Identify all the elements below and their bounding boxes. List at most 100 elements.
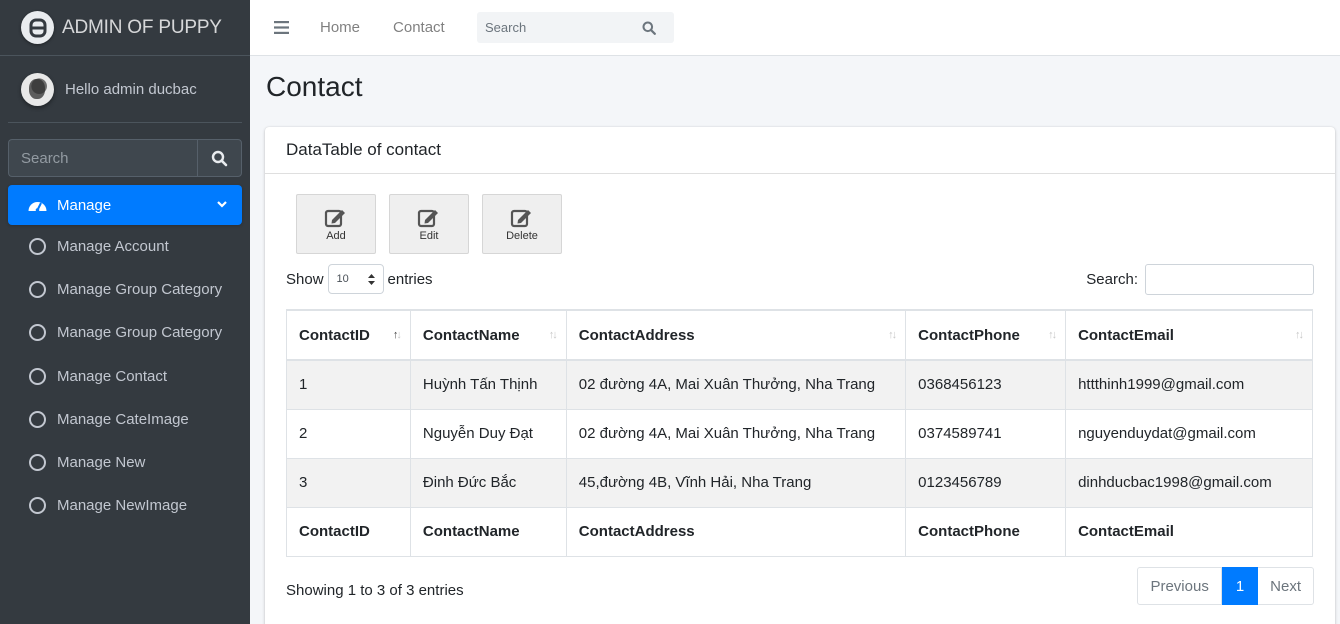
sidebar-item-label: Manage Group Category — [57, 281, 223, 299]
sort-icon: ↑↓ — [1048, 329, 1057, 341]
column-header-label: ContactID — [299, 326, 370, 344]
footer-contactaddress: ContactAddress — [565, 506, 907, 557]
circle-icon — [29, 410, 46, 428]
cell-contactid: 2 — [286, 408, 411, 459]
brand-title: ADMIN OF PUPPY — [62, 16, 222, 38]
edit-button[interactable]: Edit — [389, 194, 469, 254]
footer-contactphone: ContactPhone — [905, 506, 1067, 557]
cell-contactname: Nguyễn Duy Đạt — [409, 408, 567, 459]
sort-asc-icon: ↑↓ — [392, 329, 402, 341]
dashboard-gauge-icon — [28, 201, 47, 212]
column-header-label: ContactAddress — [578, 326, 695, 344]
delete-button[interactable]: Delete — [482, 194, 562, 254]
cell-contactaddress: 02 đường 4A, Mai Xuân Thưởng, Nha Trang — [565, 359, 907, 410]
cell-contactaddress: 02 đường 4A, Mai Xuân Thưởng, Nha Trang — [565, 408, 907, 459]
table-search-input[interactable] — [1145, 264, 1314, 295]
hamburger-menu-icon[interactable] — [274, 21, 289, 34]
top-navbar: Home Contact — [250, 0, 1340, 56]
sidebar-item-manage-group-category-2[interactable]: Manage Group Category — [8, 311, 242, 354]
sidebar-item-manage-account[interactable]: Manage Account — [8, 225, 242, 268]
table-search-label: Search: — [1086, 271, 1138, 288]
table-info: Showing 1 to 3 of 3 entries — [286, 582, 464, 599]
user-panel[interactable]: Hello admin ducbac — [8, 56, 242, 123]
edit-icon — [510, 209, 531, 228]
table-row[interactable]: 2 Nguyễn Duy Đạt 02 đường 4A, Mai Xuân T… — [286, 408, 1313, 459]
sidebar-nav: Manage Manage Account Manage Group Categ… — [8, 185, 242, 527]
column-header-label: ContactName — [422, 326, 520, 344]
page-length-select[interactable]: 10 — [327, 264, 384, 294]
sidebar-search-input[interactable] — [8, 139, 197, 177]
circle-icon — [29, 238, 46, 256]
cell-contactemail: nguyenduydat@gmail.com — [1065, 408, 1313, 459]
column-header-contactid[interactable]: ContactID ↑↓ — [286, 309, 411, 361]
navbar-search-input[interactable] — [477, 12, 642, 43]
add-button[interactable]: Add — [296, 194, 376, 254]
table-row[interactable]: 3 Đinh Đức Bắc 45,đường 4B, Vĩnh Hải, Nh… — [286, 457, 1313, 508]
page-length-value: 10 — [336, 273, 349, 285]
sidebar-item-label: Manage Account — [57, 238, 169, 256]
table-footer-row: ContactID ContactName ContactAddress Con… — [286, 506, 1313, 557]
toolbar: Add Edit Delete — [296, 194, 562, 254]
cell-contactphone: 0374589741 — [905, 408, 1067, 459]
sidebar-item-label: Manage New — [57, 454, 146, 472]
sort-updown-icon — [367, 273, 375, 285]
entries-label: entries — [387, 270, 433, 288]
contact-card: DataTable of contact Add Edit Delete Sho… — [265, 127, 1335, 624]
cell-contactid: 3 — [286, 457, 411, 508]
circle-icon — [29, 367, 46, 385]
edit-button-label: Edit — [419, 230, 439, 242]
sort-icon: ↑↓ — [548, 329, 558, 341]
brand-link[interactable]: ADMIN OF PUPPY — [0, 0, 250, 56]
page-1-button[interactable]: 1 — [1221, 567, 1259, 605]
sidebar-item-manage-contact[interactable]: Manage Contact — [8, 355, 242, 398]
sidebar-item-label: Manage Contact — [57, 367, 168, 385]
show-label: Show — [286, 270, 324, 288]
table-filter: Search: — [1086, 264, 1314, 295]
previous-page-button[interactable]: Previous — [1137, 567, 1222, 605]
cell-contactemail: httthinh1999@gmail.com — [1065, 359, 1313, 410]
sidebar-item-label: Manage Group Category — [57, 324, 223, 342]
sidebar-item-label: Manage CateImage — [57, 410, 189, 428]
add-button-label: Add — [326, 230, 346, 242]
sidebar-item-manage[interactable]: Manage — [8, 185, 242, 225]
nav-link-contact[interactable]: Contact — [393, 19, 445, 36]
column-header-label: ContactPhone — [918, 326, 1020, 344]
sidebar-item-manage-cateimage[interactable]: Manage CateImage — [8, 398, 242, 441]
cell-contactemail: dinhducbac1998@gmail.com — [1065, 457, 1313, 508]
cell-contactphone: 0368456123 — [905, 359, 1067, 410]
brand-logo-icon — [21, 11, 54, 44]
cell-contactaddress: 45,đường 4B, Vĩnh Hải, Nha Trang — [565, 457, 907, 508]
column-header-contactemail[interactable]: ContactEmail ↑↓ — [1065, 309, 1313, 361]
card-title: DataTable of contact — [265, 127, 1335, 174]
circle-icon — [29, 324, 46, 342]
footer-contactemail: ContactEmail — [1065, 506, 1313, 557]
user-greeting[interactable]: Hello admin ducbac — [65, 81, 197, 98]
page-length-control: Show 10 entries — [286, 264, 433, 294]
contact-table: ContactID ↑↓ ContactName ↑↓ ContactAddress… — [286, 309, 1313, 557]
edit-icon — [417, 209, 438, 228]
column-header-contactphone[interactable]: ContactPhone ↑↓ — [905, 309, 1067, 361]
cell-contactid: 1 — [286, 359, 411, 410]
next-page-button[interactable]: Next — [1258, 567, 1314, 605]
edit-icon — [324, 209, 345, 228]
sidebar-item-manage-group-category[interactable]: Manage Group Category — [8, 268, 242, 311]
circle-icon — [29, 281, 46, 299]
sidebar-item-manage-newimage[interactable]: Manage NewImage — [8, 484, 242, 527]
sidebar-item-manage-new[interactable]: Manage New — [8, 441, 242, 484]
search-icon[interactable] — [642, 21, 656, 35]
nav-link-home[interactable]: Home — [320, 19, 360, 36]
avatar — [21, 72, 54, 106]
search-icon — [211, 150, 228, 166]
column-header-contactname[interactable]: ContactName ↑↓ — [409, 309, 567, 361]
sidebar-search-button[interactable] — [197, 139, 242, 177]
circle-icon — [29, 497, 46, 515]
navbar-search — [477, 12, 674, 43]
footer-contactname: ContactName — [409, 506, 567, 557]
sort-icon: ↑↓ — [888, 329, 897, 341]
column-header-contactaddress[interactable]: ContactAddress ↑↓ — [565, 309, 907, 361]
column-header-label: ContactEmail — [1078, 326, 1174, 344]
sort-icon: ↑↓ — [1295, 329, 1304, 341]
table-row[interactable]: 1 Huỳnh Tấn Thịnh 02 đường 4A, Mai Xuân … — [286, 359, 1313, 410]
table-header-row: ContactID ↑↓ ContactName ↑↓ ContactAddress… — [286, 309, 1313, 361]
cell-contactphone: 0123456789 — [905, 457, 1067, 508]
